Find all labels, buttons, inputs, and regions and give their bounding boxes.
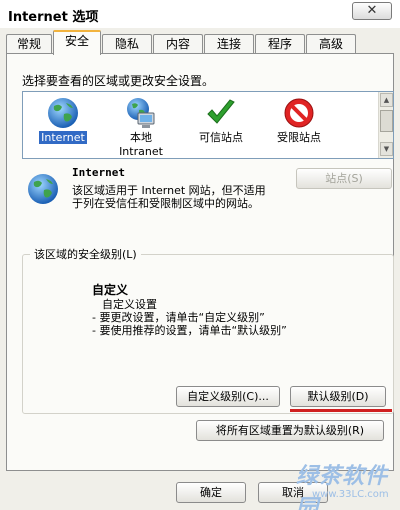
zone-list: Internet 本地 Intranet 可信站点 受限站点 ▲ ▼ [22, 91, 394, 159]
tab-advanced[interactable]: 高级 [306, 34, 356, 54]
scroll-down-icon[interactable]: ▼ [380, 142, 393, 156]
local-intranet-icon [127, 98, 155, 128]
tab-general[interactable]: 常规 [6, 34, 52, 54]
tab-content[interactable]: 内容 [153, 34, 203, 54]
scroll-thumb[interactable] [380, 110, 393, 132]
security-level-line: - 要使用推荐的设置，请单击“默认级别” [92, 324, 287, 337]
security-level-line: - 要更改设置，请单击“自定义级别” [92, 311, 265, 324]
watermark-logo: 绿茶软件园 [296, 464, 389, 510]
restricted-icon [284, 98, 314, 128]
tab-programs[interactable]: 程序 [255, 34, 305, 54]
reset-all-zones-button[interactable]: 将所有区域重置为默认级别(R) [196, 420, 384, 441]
custom-level-button[interactable]: 自定义级别(C)... [176, 386, 280, 407]
internet-options-dialog: Internet 选项 ✕ 常规 安全 隐私 内容 连接 程序 高级 选择要查看… [0, 0, 400, 510]
watermark-url: www.33LC.com [312, 489, 389, 500]
security-level-title: 自定义 [92, 283, 129, 297]
security-level-description: 自定义设置 - 要更改设置，请单击“自定义级别” - 要使用推荐的设置，请单击“… [92, 298, 287, 337]
dialog-title: Internet 选项 [8, 10, 99, 25]
zone-restricted-label: 受限站点 [277, 131, 321, 144]
tab-security[interactable]: 安全 [53, 30, 101, 55]
zone-intranet-label: Intranet [119, 145, 163, 158]
default-level-button[interactable]: 默认级别(D) [290, 386, 386, 407]
security-level-line: 自定义设置 [102, 298, 157, 311]
zone-list-scrollbar[interactable]: ▲ ▼ [378, 92, 393, 158]
zone-info-title: Internet [72, 166, 125, 179]
title-bar: Internet 选项 ✕ [0, 0, 400, 28]
zone-select-prompt: 选择要查看的区域或更改安全设置。 [22, 74, 215, 88]
tab-privacy[interactable]: 隐私 [102, 34, 152, 54]
zone-restricted-sites[interactable]: 受限站点 [261, 96, 337, 144]
close-icon: ✕ [366, 3, 378, 18]
security-level-group-label: 该区域的安全级别(L) [30, 246, 141, 262]
close-button[interactable]: ✕ [352, 2, 392, 20]
scroll-up-icon[interactable]: ▲ [380, 93, 393, 107]
zone-internet-label: Internet [39, 131, 87, 144]
zone-local-label: 本地 [130, 131, 152, 144]
checkmark-icon [207, 99, 235, 124]
zone-trusted-sites[interactable]: 可信站点 [183, 96, 259, 144]
zone-trusted-label: 可信站点 [199, 131, 243, 144]
zone-internet[interactable]: Internet [25, 96, 101, 144]
highlight-underline [290, 409, 392, 412]
globe-icon [48, 98, 78, 128]
zone-local-intranet[interactable]: 本地 Intranet [103, 96, 179, 158]
tab-connections[interactable]: 连接 [204, 34, 254, 54]
zone-info-description: 该区域适用于 Internet 网站，但不适用于列在受信任和受限制区域中的网站。 [72, 184, 266, 210]
globe-icon [28, 174, 58, 204]
tab-strip: 常规 安全 隐私 内容 连接 程序 高级 [6, 30, 396, 55]
ok-button[interactable]: 确定 [176, 482, 246, 503]
sites-button[interactable]: 站点(S) [296, 168, 392, 189]
